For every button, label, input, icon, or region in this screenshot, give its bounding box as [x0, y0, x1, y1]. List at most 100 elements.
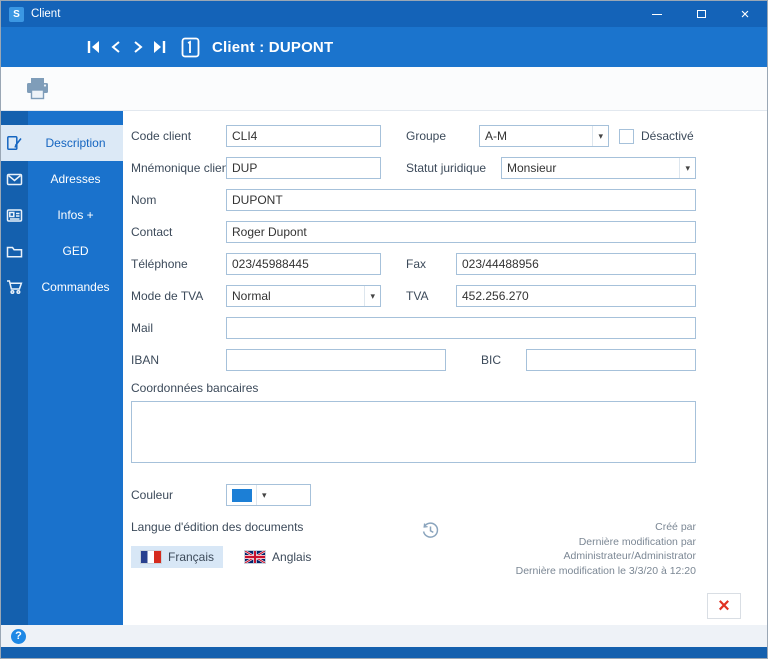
minimize-button[interactable] — [635, 1, 679, 27]
coordonnees-label: Coordonnées bancaires — [131, 381, 259, 395]
sidebar-item-description[interactable]: Description — [1, 125, 123, 161]
lang-option-francais[interactable]: Français — [131, 546, 224, 568]
created-by-text: Créé par — [655, 521, 696, 533]
statut-juridique-label: Statut juridique — [406, 161, 487, 175]
audit-lines: Créé par Dernière modification par Admin… — [450, 520, 696, 579]
close-button[interactable]: × — [723, 1, 767, 27]
addresses-envelope-icon — [1, 172, 28, 187]
first-record-button[interactable] — [83, 36, 104, 58]
maximize-icon — [696, 10, 706, 18]
mail-input[interactable] — [226, 317, 696, 339]
sidebar-item-label: Infos + — [57, 208, 94, 222]
uk-flag-icon — [244, 550, 267, 564]
bottom-strip — [1, 647, 767, 658]
description-page-icon — [1, 135, 28, 151]
statut-juridique-value: Monsieur — [507, 161, 557, 175]
iban-label: IBAN — [131, 353, 160, 367]
previous-record-icon — [110, 41, 120, 53]
page-title: Client : DUPONT — [212, 38, 334, 56]
form-row: Mnémonique client Statut juridique Monsi… — [131, 157, 696, 179]
chevron-down-icon: ▾ — [679, 158, 695, 178]
fax-input[interactable] — [456, 253, 696, 275]
groupe-value: A-M — [485, 129, 507, 143]
cancel-close-button[interactable]: × — [707, 593, 741, 619]
first-record-icon — [87, 41, 99, 53]
maximize-button[interactable] — [679, 1, 723, 27]
bic-label: BIC — [481, 353, 502, 367]
groupe-label: Groupe — [406, 129, 447, 143]
desactive-label: Désactivé — [641, 129, 694, 143]
printer-icon — [27, 78, 48, 100]
last-record-icon — [154, 41, 166, 53]
nom-input[interactable] — [226, 189, 696, 211]
couleur-select[interactable]: ▾ — [226, 484, 311, 506]
telephone-input[interactable] — [226, 253, 381, 275]
lang-option-anglais[interactable]: Anglais — [235, 546, 320, 568]
mnemonique-input[interactable] — [226, 157, 381, 179]
record-card-icon — [181, 37, 200, 58]
form-row: Contact — [131, 221, 696, 243]
print-button[interactable] — [25, 77, 50, 100]
language-block: Langue d'édition des documents Français — [131, 520, 421, 568]
modified-by-text: Dernière modification par Administrateur… — [563, 535, 696, 563]
minimize-icon — [652, 13, 662, 15]
sidebar-item-label: Commandes — [41, 280, 110, 294]
nom-label: Nom — [131, 193, 157, 207]
app-logo-icon: S — [9, 6, 24, 22]
lang-option-label: Anglais — [272, 550, 312, 564]
statut-juridique-select[interactable]: Monsieur ▾ — [501, 157, 696, 179]
folder-icon — [1, 244, 28, 259]
sidebar: Description Adresses Infos + GED Command… — [1, 111, 123, 625]
code-client-label: Code client — [131, 129, 192, 143]
sidebar-item-label: Adresses — [50, 172, 101, 186]
sidebar-item-label: GED — [62, 244, 89, 258]
modified-date-text: Dernière modification le 3/3/20 à 12:20 — [515, 565, 696, 578]
chevron-down-icon: ▾ — [256, 485, 272, 505]
chevron-down-icon: ▾ — [364, 286, 380, 306]
sidebar-item-adresses[interactable]: Adresses — [1, 161, 123, 197]
bottom-section: Langue d'édition des documents Français — [131, 520, 696, 579]
contact-label: Contact — [131, 225, 173, 239]
last-record-button[interactable] — [149, 36, 170, 58]
color-swatch — [232, 488, 252, 502]
form-row: IBAN BIC — [131, 349, 696, 371]
sidebar-item-label: Description — [45, 136, 106, 150]
mode-tva-select[interactable]: Normal ▾ — [226, 285, 381, 307]
form-row: Téléphone Fax — [131, 253, 696, 275]
lang-option-label: Français — [168, 550, 215, 564]
bic-input[interactable] — [526, 349, 696, 371]
help-button[interactable]: ? — [11, 628, 26, 644]
mnemonique-label: Mnémonique client — [131, 161, 226, 175]
next-record-button[interactable] — [127, 36, 148, 58]
code-client-input[interactable] — [226, 125, 381, 147]
desactive-checkbox[interactable] — [619, 128, 634, 144]
language-options: Français Anglais — [131, 546, 421, 568]
sidebar-item-infos[interactable]: Infos + — [1, 197, 123, 233]
close-icon: × — [718, 595, 730, 617]
chevron-down-icon: ▾ — [592, 126, 608, 146]
mode-tva-label: Mode de TVA — [131, 289, 204, 303]
previous-record-button[interactable] — [105, 36, 126, 58]
titlebar: S Client × — [1, 1, 767, 27]
groupe-select[interactable]: A-M ▾ — [479, 125, 609, 147]
main-area: Description Adresses Infos + GED Command… — [1, 111, 767, 625]
sidebar-item-commandes[interactable]: Commandes — [1, 269, 123, 305]
france-flag-icon — [140, 550, 162, 564]
mail-label: Mail — [131, 321, 154, 335]
contact-input[interactable] — [226, 221, 696, 243]
iban-input[interactable] — [226, 349, 446, 371]
audit-info: Créé par Dernière modification par Admin… — [421, 520, 696, 579]
form-row: Couleur ▾ — [131, 484, 696, 506]
coordonnees-textarea[interactable] — [131, 401, 696, 463]
langue-label: Langue d'édition des documents — [131, 520, 304, 534]
history-clock-icon — [421, 521, 440, 540]
couleur-label: Couleur — [131, 488, 174, 502]
sidebar-item-ged[interactable]: GED — [1, 233, 123, 269]
tva-input[interactable] — [456, 285, 696, 307]
toolbar — [1, 67, 767, 111]
help-icon: ? — [15, 630, 22, 642]
statusbar: ? — [1, 625, 767, 647]
form-content: Code client Groupe A-M ▾ Désactivé Mnémo… — [123, 111, 767, 625]
client-form: Code client Groupe A-M ▾ Désactivé Mnémo… — [131, 125, 696, 579]
close-icon: × — [740, 5, 750, 23]
